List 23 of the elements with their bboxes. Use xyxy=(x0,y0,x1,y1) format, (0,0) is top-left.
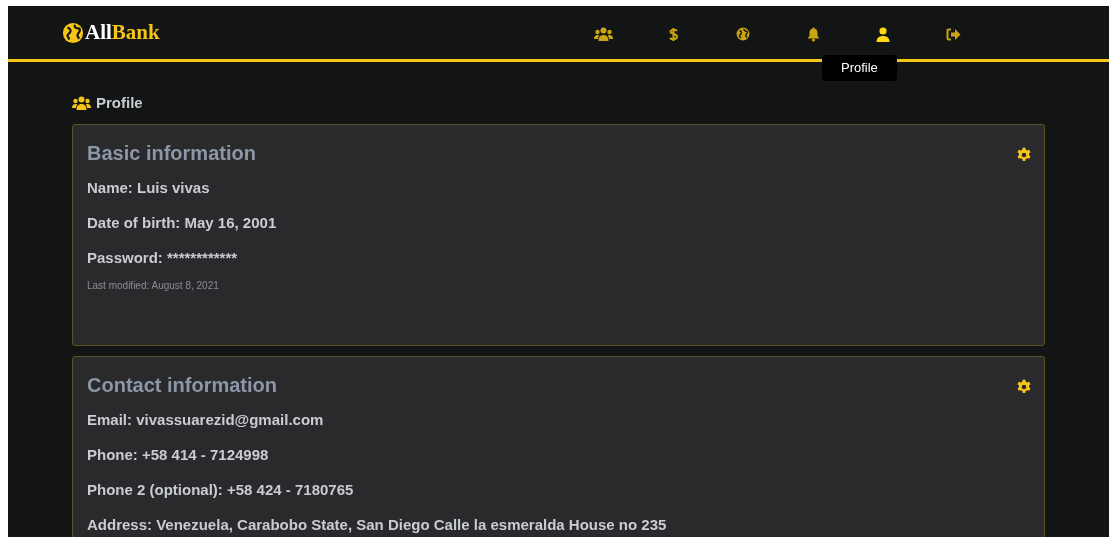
info-line: Phone 2 (optional): +58 424 - 7180765 xyxy=(87,480,355,499)
info-line: Password: ************ xyxy=(87,248,239,267)
globe-logo-icon xyxy=(62,21,84,44)
settings-button[interactable] xyxy=(1016,146,1032,163)
bell-icon xyxy=(806,26,820,42)
globe-icon xyxy=(736,27,750,41)
brand-logo[interactable]: AllBank xyxy=(85,16,160,49)
users-icon xyxy=(72,96,91,111)
settings-button[interactable] xyxy=(1016,378,1032,395)
info-line: Address: Venezuela, Carabobo State, San Diego Calle la esmeralda House no 235 xyxy=(87,515,668,534)
info-line: Name: Luis vivas xyxy=(87,178,211,197)
page-title: Profile xyxy=(96,93,143,113)
user-icon xyxy=(876,26,890,42)
card-title: Basic information xyxy=(87,140,256,165)
logout-icon xyxy=(945,27,961,41)
dollar-icon xyxy=(668,26,678,42)
last-modified-note: Last modified: August 8, 2021 xyxy=(87,278,220,293)
info-line: Phone: +58 414 - 7124998 xyxy=(87,445,270,464)
info-line: Date of birth: May 16, 2001 xyxy=(87,213,278,232)
info-line: Email: vivassuarezid@gmail.com xyxy=(87,410,325,429)
tooltip: Profile xyxy=(822,55,897,81)
users-icon xyxy=(593,27,613,41)
card-title: Contact information xyxy=(87,372,277,397)
